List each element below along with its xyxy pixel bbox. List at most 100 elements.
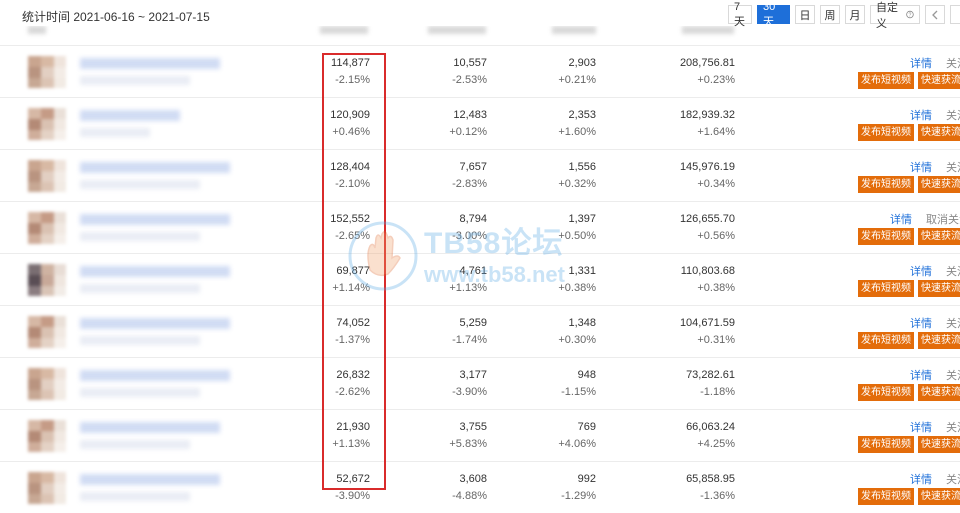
item-subtitle-blurred (80, 232, 200, 241)
boost-traffic-button[interactable]: 快速获流量 (918, 436, 960, 453)
publish-video-button[interactable]: 发布短视频 (858, 228, 914, 245)
range-day-button[interactable]: 日 (795, 5, 815, 24)
metric-value: 1,348 (568, 317, 596, 329)
item-title-blurred[interactable] (80, 58, 220, 69)
item-title-blurred[interactable] (80, 318, 230, 329)
detail-link[interactable]: 详情 (910, 263, 932, 279)
boost-traffic-button[interactable]: 快速获流量 (918, 332, 960, 349)
metric-cell: 992 -1.29% (476, 471, 596, 505)
header-blur (320, 26, 368, 34)
item-thumbnail[interactable] (28, 212, 66, 244)
boost-traffic-button[interactable]: 快速获流量 (918, 384, 960, 401)
publish-video-button[interactable]: 发布短视频 (858, 436, 914, 453)
follow-link[interactable]: 关注 (946, 159, 960, 175)
item-thumbnail[interactable] (28, 368, 66, 400)
item-subtitle-blurred (80, 76, 190, 85)
metric-value: 104,671.59 (679, 317, 735, 329)
help-circle-icon: ? (906, 10, 914, 19)
metric-value: 110,803.68 (680, 265, 735, 277)
range-month-button[interactable]: 月 (845, 5, 865, 24)
range-selector: 7天 30天 日 周 月 自定义 ? (728, 1, 960, 30)
next-page-button[interactable] (950, 5, 960, 24)
metric-value: 1,397 (568, 213, 596, 225)
publish-video-button[interactable]: 发布短视频 (858, 176, 914, 193)
publish-video-button[interactable]: 发布短视频 (858, 384, 914, 401)
follow-link[interactable]: 关注 (946, 315, 960, 331)
metric-value: 948 (577, 369, 596, 381)
metric-value: 73,282.61 (686, 369, 735, 381)
range-custom-button[interactable]: 自定义 ? (870, 2, 920, 30)
metric-change: +0.21% (558, 74, 596, 86)
item-thumbnail[interactable] (28, 316, 66, 348)
follow-link[interactable]: 关注 (946, 55, 960, 71)
metric-change: -1.36% (700, 490, 735, 502)
metric-change: -1.15% (561, 386, 596, 398)
follow-link[interactable]: 关注 (946, 471, 960, 487)
detail-link[interactable]: 详情 (910, 315, 932, 331)
detail-link[interactable]: 详情 (910, 107, 932, 123)
boost-traffic-button[interactable]: 快速获流量 (918, 72, 960, 89)
follow-link[interactable]: 关注 (946, 367, 960, 383)
header-blur (682, 26, 734, 34)
detail-link[interactable]: 详情 (910, 159, 932, 175)
range-week-button[interactable]: 周 (820, 5, 840, 24)
publish-video-button[interactable]: 发布短视频 (858, 280, 914, 297)
metric-value: 2,353 (568, 109, 596, 121)
item-title-blurred[interactable] (80, 110, 180, 121)
item-subtitle-blurred (80, 180, 200, 189)
table-row: 52,672 -3.90% 3,608 -4.88% 992 -1.29% 65… (0, 461, 960, 513)
detail-link[interactable]: 详情 (910, 367, 932, 383)
detail-link[interactable]: 详情 (910, 55, 932, 71)
item-thumbnail[interactable] (28, 420, 66, 452)
header-blur (552, 26, 596, 34)
metric-value: 145,976.19 (679, 161, 735, 173)
item-subtitle-blurred (80, 284, 200, 293)
metric-cell: 1,556 +0.32% (476, 159, 596, 193)
follow-link[interactable]: 关注 (946, 107, 960, 123)
table-row: 74,052 -1.37% 5,259 -1.74% 1,348 +0.30% … (0, 305, 960, 357)
item-thumbnail[interactable] (28, 264, 66, 296)
metric-change: +0.31% (697, 334, 735, 346)
item-thumbnail[interactable] (28, 472, 66, 504)
item-title-blurred[interactable] (80, 474, 220, 485)
metric-cell: 1,331 +0.38% (476, 263, 596, 297)
metric-change: -1.29% (561, 490, 596, 502)
item-thumbnail[interactable] (28, 160, 66, 192)
boost-traffic-button[interactable]: 快速获流量 (918, 488, 960, 505)
item-subtitle-blurred (80, 492, 190, 501)
detail-link[interactable]: 详情 (910, 419, 932, 435)
metric-cell: 73,282.61 -1.18% (615, 367, 735, 401)
prev-page-button[interactable] (925, 5, 945, 24)
metric-value: 66,063.24 (686, 421, 735, 433)
item-title-blurred[interactable] (80, 266, 230, 277)
publish-video-button[interactable]: 发布短视频 (858, 124, 914, 141)
item-title-blurred[interactable] (80, 162, 230, 173)
boost-traffic-button[interactable]: 快速获流量 (918, 124, 960, 141)
range-30d-button[interactable]: 30天 (757, 1, 790, 28)
boost-traffic-button[interactable]: 快速获流量 (918, 280, 960, 297)
metric-value: 1,331 (568, 265, 596, 277)
item-title-blurred[interactable] (80, 422, 220, 433)
metric-change: +0.38% (558, 282, 596, 294)
range-7d-button[interactable]: 7天 (728, 1, 752, 28)
publish-video-button[interactable]: 发布短视频 (858, 488, 914, 505)
highlight-box (322, 53, 386, 490)
item-thumbnail[interactable] (28, 108, 66, 140)
boost-traffic-button[interactable]: 快速获流量 (918, 228, 960, 245)
item-title-blurred[interactable] (80, 370, 230, 381)
metric-cell: 208,756.81 +0.23% (615, 55, 735, 89)
table-row: 152,552 -2.65% 8,794 -3.00% 1,397 +0.50%… (0, 201, 960, 253)
item-title-blurred[interactable] (80, 214, 230, 225)
metric-change: +4.06% (558, 438, 596, 450)
table-row: 128,404 -2.10% 7,657 -2.83% 1,556 +0.32%… (0, 149, 960, 201)
detail-link[interactable]: 详情 (910, 471, 932, 487)
publish-video-button[interactable]: 发布短视频 (858, 72, 914, 89)
publish-video-button[interactable]: 发布短视频 (858, 332, 914, 349)
follow-link[interactable]: 关注 (946, 263, 960, 279)
follow-link[interactable]: 关注 (946, 419, 960, 435)
boost-traffic-button[interactable]: 快速获流量 (918, 176, 960, 193)
item-thumbnail[interactable] (28, 56, 66, 88)
follow-link[interactable]: 取消关注 (926, 211, 960, 227)
detail-link[interactable]: 详情 (890, 211, 912, 227)
table-row: 21,930 +1.13% 3,755 +5.83% 769 +4.06% 66… (0, 409, 960, 461)
